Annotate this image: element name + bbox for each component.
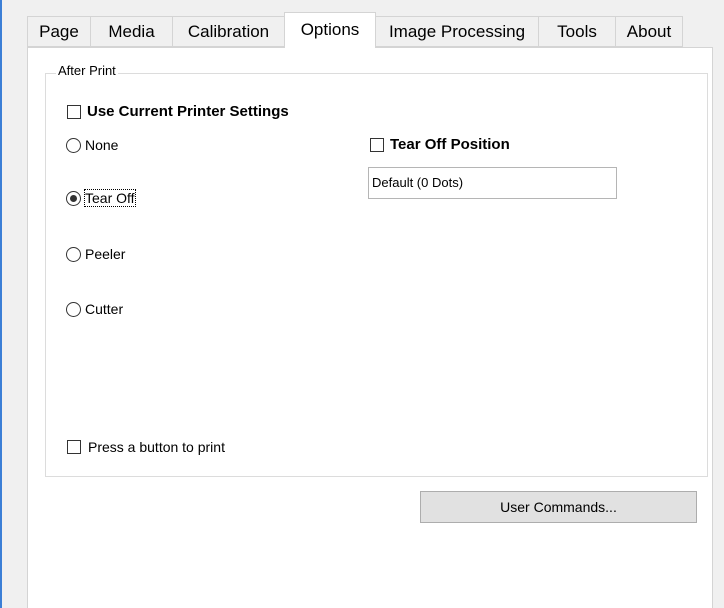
radio-tear-off[interactable]: Tear Off xyxy=(66,189,136,207)
use-current-printer-settings-label: Use Current Printer Settings xyxy=(87,103,289,120)
radio-cutter[interactable]: Cutter xyxy=(66,301,123,317)
tab-media[interactable]: Media xyxy=(90,16,173,47)
window-edge xyxy=(0,0,2,608)
radio-circle[interactable] xyxy=(66,137,81,153)
radio-circle[interactable] xyxy=(66,246,81,262)
user-commands-button[interactable]: User Commands... xyxy=(420,491,697,523)
tear-off-position-field[interactable]: Default (0 Dots) xyxy=(368,167,617,199)
radio-none-label: None xyxy=(85,137,119,153)
after-print-legend: After Print xyxy=(56,63,118,78)
radio-peeler-label: Peeler xyxy=(85,246,126,262)
tab-calibration[interactable]: Calibration xyxy=(172,16,285,47)
radio-circle-selected[interactable] xyxy=(66,190,81,206)
radio-peeler[interactable]: Peeler xyxy=(66,246,125,262)
tab-about[interactable]: About xyxy=(615,16,683,47)
checkbox-box[interactable] xyxy=(370,137,384,152)
checkbox-box[interactable] xyxy=(67,104,81,119)
after-print-group xyxy=(45,73,708,477)
tab-tools[interactable]: Tools xyxy=(538,16,616,47)
radio-none[interactable]: None xyxy=(66,137,118,153)
radio-tear-off-label: Tear Off xyxy=(84,189,136,207)
checkbox-box[interactable] xyxy=(67,440,81,454)
radio-circle[interactable] xyxy=(66,301,81,317)
tab-image-processing[interactable]: Image Processing xyxy=(375,16,539,47)
tab-options[interactable]: Options xyxy=(284,12,376,48)
radio-cutter-label: Cutter xyxy=(85,301,124,317)
tab-page[interactable]: Page xyxy=(27,16,91,47)
tear-off-position-checkbox[interactable]: Tear Off Position xyxy=(370,136,510,153)
tear-off-position-label: Tear Off Position xyxy=(390,136,510,153)
press-button-to-print-label: Press a button to print xyxy=(88,439,225,455)
use-current-printer-settings-checkbox[interactable]: Use Current Printer Settings xyxy=(67,103,289,120)
press-button-to-print-checkbox[interactable]: Press a button to print xyxy=(67,439,225,455)
